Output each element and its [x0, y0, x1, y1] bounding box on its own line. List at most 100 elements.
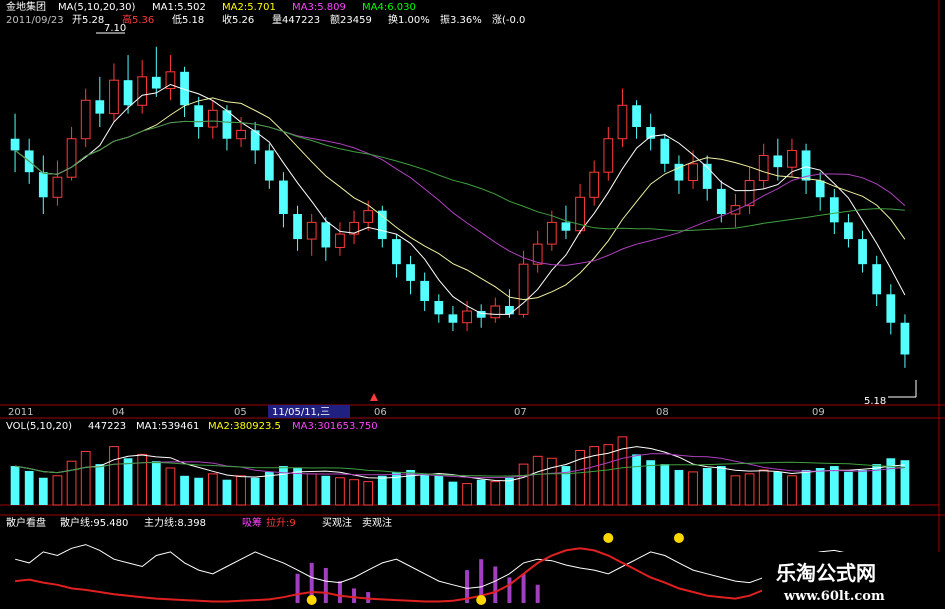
vol-ma3: MA3:301653.750 [292, 421, 378, 432]
smiley-icon [673, 533, 684, 543]
candle-body [95, 100, 105, 114]
time-label-2011: 2011 [8, 407, 33, 418]
high-label: 高5.36 [122, 13, 154, 26]
candle-body [52, 176, 63, 198]
vol-ma10-line [15, 453, 905, 479]
volume-bar [476, 479, 486, 505]
volume-bar [858, 469, 867, 505]
volume-bar [264, 471, 274, 505]
time-label-07: 07 [514, 407, 527, 418]
date-label: 2011/09/23 [6, 15, 64, 26]
candle-body [462, 310, 472, 324]
candle-body [758, 154, 769, 182]
smiley-icon [603, 533, 614, 543]
volume-bar [165, 467, 176, 506]
candle-body [194, 105, 204, 128]
moving-average-lines [14, 83, 906, 315]
candle-body [434, 300, 444, 315]
vol-value: 447223 [88, 421, 126, 432]
volume-bar [773, 471, 783, 505]
volume-bar [744, 473, 755, 506]
candle-body [222, 110, 232, 139]
low-label: 低5.18 [172, 13, 204, 26]
watermark-url: www.60lt.com [783, 589, 885, 604]
volume-bar [462, 483, 472, 506]
vol-header: VOL(5,10,20) [6, 421, 72, 432]
cursor-marker-icon [370, 393, 378, 401]
ma10-line [14, 97, 906, 301]
volume-bar [632, 454, 641, 505]
volume-bar [207, 473, 218, 506]
stock-chart: 金地集团 MA(5,10,20,30) MA1:5.502 MA2:5.701 … [0, 0, 945, 609]
volume-bar [546, 457, 557, 506]
ma-params: MA(5,10,20,30) [58, 2, 135, 13]
volume-panel [10, 436, 910, 506]
candle-body [321, 222, 331, 248]
ma1-value: MA1:5.502 [152, 2, 206, 13]
volume-bar [844, 471, 853, 505]
candle-body [406, 264, 415, 281]
candle-body [420, 280, 430, 301]
candle-body [872, 264, 882, 295]
candle-body [589, 171, 600, 198]
volume-bar [363, 481, 374, 506]
candle-body [900, 322, 910, 355]
indicator-name: 散户看盘 [6, 516, 46, 529]
volume-bar [518, 463, 529, 506]
retail-line-value: 散户线:95.480 [60, 516, 128, 529]
candle-body [815, 180, 825, 198]
candle-body [716, 188, 726, 214]
candle-body [236, 129, 246, 140]
candle-body [38, 172, 48, 198]
volume-bar [660, 464, 670, 505]
volume-bar [758, 469, 769, 506]
candle-body [603, 138, 614, 173]
volume-bar [674, 469, 684, 505]
candle-body [293, 214, 302, 240]
candle-body [123, 80, 133, 106]
smiley-icon [306, 595, 317, 605]
volume-bar [377, 475, 387, 505]
time-label-08: 08 [656, 407, 669, 418]
volume-bar [279, 466, 288, 505]
candle-body [490, 305, 501, 319]
sell-label: 卖观注 [362, 516, 392, 529]
vol-ma1: MA1:539461 [136, 421, 199, 432]
amount-label: 额23459 [330, 13, 372, 26]
volume-bar [151, 461, 161, 505]
volume-bar [335, 477, 345, 506]
volume-bar [349, 479, 359, 506]
volume-bar [38, 477, 48, 505]
volume-bar [420, 473, 430, 505]
amplitude-label: 振3.36% [440, 13, 482, 26]
volume-bar [646, 460, 656, 505]
candle-body [787, 149, 797, 168]
volume-bar [180, 475, 189, 505]
volume-bar [787, 475, 797, 506]
candle-body [377, 210, 387, 240]
close-label: 收5.26 [222, 13, 254, 26]
volume-bar [66, 460, 77, 506]
volume-bar [490, 481, 501, 506]
candle-body [109, 79, 119, 115]
suck-bar [507, 577, 512, 603]
volume-bar [123, 458, 133, 505]
candle-body [207, 109, 218, 128]
candle-body [448, 314, 458, 323]
suck-bar [493, 566, 498, 603]
candle-body [617, 104, 628, 140]
time-label-09: 09 [812, 407, 825, 418]
volume-bar [617, 436, 628, 506]
candle-body [688, 163, 698, 182]
ma3-value: MA3:5.809 [292, 2, 346, 13]
volume-bar [815, 468, 825, 505]
volume-bar [137, 453, 148, 506]
smiley-icon [476, 595, 487, 605]
candle-body [335, 233, 345, 248]
time-label-05: 05 [234, 407, 247, 418]
time-label-06: 06 [374, 407, 387, 418]
volume-bar [505, 477, 514, 505]
main-line-value: 主力线:8.398 [144, 516, 206, 529]
candle-body [66, 138, 77, 178]
ma2-value: MA2:5.701 [222, 2, 276, 13]
